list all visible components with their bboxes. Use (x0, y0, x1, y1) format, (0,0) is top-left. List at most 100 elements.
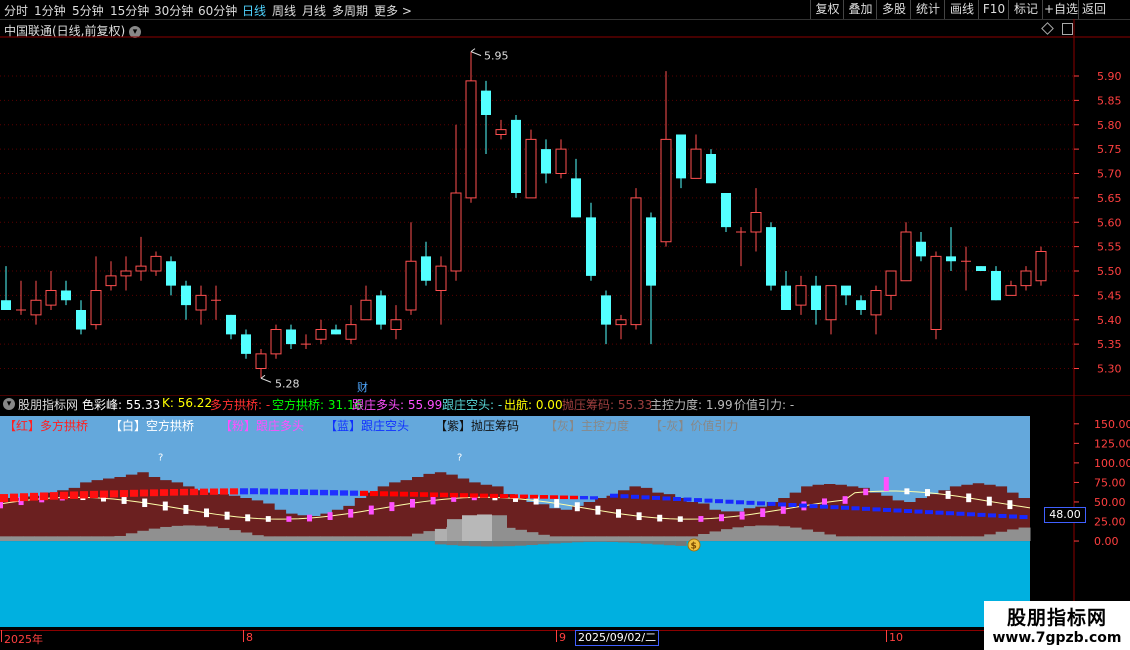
candle[interactable] (181, 280, 191, 320)
legend-item: 【紫】抛压筹码 (435, 419, 520, 433)
candle[interactable] (345, 305, 357, 345)
candle-body (1, 300, 11, 310)
candle[interactable] (690, 134, 702, 179)
candle[interactable] (1, 266, 11, 310)
candle-body (181, 285, 191, 306)
candle[interactable] (900, 222, 912, 282)
candle[interactable] (930, 251, 942, 340)
candle-body (1035, 251, 1047, 282)
bull-bridge-bar (220, 488, 228, 495)
candle[interactable] (916, 232, 926, 262)
main-control-bar (938, 536, 951, 542)
candle[interactable] (1020, 266, 1032, 291)
candle[interactable] (331, 324, 341, 335)
indicator-tick-label: 125.00 (1094, 437, 1130, 450)
price-tick-label: 5.55 (1097, 241, 1122, 254)
candle[interactable] (525, 129, 537, 199)
candle[interactable] (511, 115, 521, 198)
main-control-bar (0, 536, 12, 542)
candle[interactable] (601, 290, 611, 345)
candle[interactable] (30, 280, 42, 325)
bull-bridge-bar (420, 492, 428, 497)
main-control-bar (137, 530, 150, 542)
candle[interactable] (1035, 246, 1047, 286)
main-control-bar (560, 536, 573, 542)
candle[interactable] (615, 314, 627, 340)
main-control-bar (652, 536, 665, 542)
candle[interactable] (76, 300, 86, 335)
candle[interactable] (166, 256, 176, 296)
candle[interactable] (105, 261, 117, 291)
time-label: 2025年 (4, 633, 43, 646)
candle[interactable] (286, 324, 296, 349)
bull-bridge-bar (530, 494, 538, 499)
candle[interactable] (376, 290, 386, 330)
candle[interactable] (270, 324, 282, 359)
candle[interactable] (120, 256, 132, 291)
candle-body (525, 138, 537, 199)
candle[interactable] (450, 124, 462, 281)
candle[interactable] (421, 241, 431, 286)
candle[interactable] (211, 285, 221, 320)
candle[interactable] (481, 80, 491, 154)
candle[interactable] (721, 193, 731, 232)
candle[interactable] (991, 266, 1001, 301)
candle[interactable] (1005, 280, 1017, 296)
candle[interactable] (241, 329, 251, 359)
candle[interactable] (630, 188, 642, 330)
bear-bridge-bar (162, 501, 168, 511)
bull-bridge-bar (430, 492, 438, 498)
candle[interactable] (976, 266, 986, 271)
candle[interactable] (90, 256, 102, 330)
candle[interactable] (226, 314, 236, 340)
candle[interactable] (811, 275, 821, 325)
candle[interactable] (946, 227, 956, 271)
candle[interactable] (571, 158, 581, 218)
candle[interactable] (135, 236, 147, 281)
price-tick-label: 5.45 (1097, 289, 1122, 302)
candle[interactable] (841, 285, 851, 306)
candle[interactable] (195, 285, 207, 325)
candle[interactable] (586, 202, 596, 281)
candle[interactable] (255, 349, 267, 379)
candle[interactable] (676, 134, 686, 189)
candle[interactable] (825, 285, 837, 335)
candle[interactable] (660, 71, 672, 247)
candle-body (615, 319, 627, 326)
candle[interactable] (390, 305, 402, 340)
candle[interactable] (150, 251, 162, 276)
candle[interactable] (16, 280, 26, 315)
candle[interactable] (961, 246, 971, 291)
main-control-bar (57, 536, 70, 542)
candle[interactable] (405, 222, 417, 315)
candle[interactable] (706, 149, 716, 184)
bull-bridge-bar (580, 495, 588, 500)
candle[interactable] (646, 212, 656, 345)
candle[interactable] (870, 285, 882, 335)
candle[interactable] (495, 119, 507, 140)
candle[interactable] (61, 280, 71, 306)
candle[interactable] (465, 51, 477, 203)
value-gravity-bar (515, 541, 527, 546)
candle[interactable] (856, 295, 866, 315)
candle[interactable] (885, 270, 897, 310)
candle[interactable] (360, 285, 372, 321)
candle[interactable] (45, 271, 57, 310)
candle[interactable] (541, 139, 551, 184)
bear-bridge-bar (574, 502, 580, 512)
candlestick-chart[interactable]: 5.90 5.85 5.80 5.75 5.70 5.65 5.60 5.55 5.50 5.45… (0, 0, 1130, 395)
candle[interactable] (766, 222, 776, 291)
candle[interactable] (435, 256, 447, 325)
bull-bridge-bar (160, 489, 168, 496)
candle[interactable] (301, 334, 311, 349)
candle[interactable] (795, 275, 807, 315)
candle[interactable] (781, 271, 791, 310)
main-control-bar (915, 536, 928, 542)
candle[interactable] (315, 319, 327, 345)
price-tick-label: 5.50 (1097, 265, 1122, 278)
main-control-bar (892, 536, 905, 542)
bull-bridge-bar (340, 490, 348, 496)
legend-item: 【粉】跟庄多头 (220, 419, 305, 433)
main-control-bar (824, 534, 836, 542)
candle[interactable] (555, 139, 567, 179)
